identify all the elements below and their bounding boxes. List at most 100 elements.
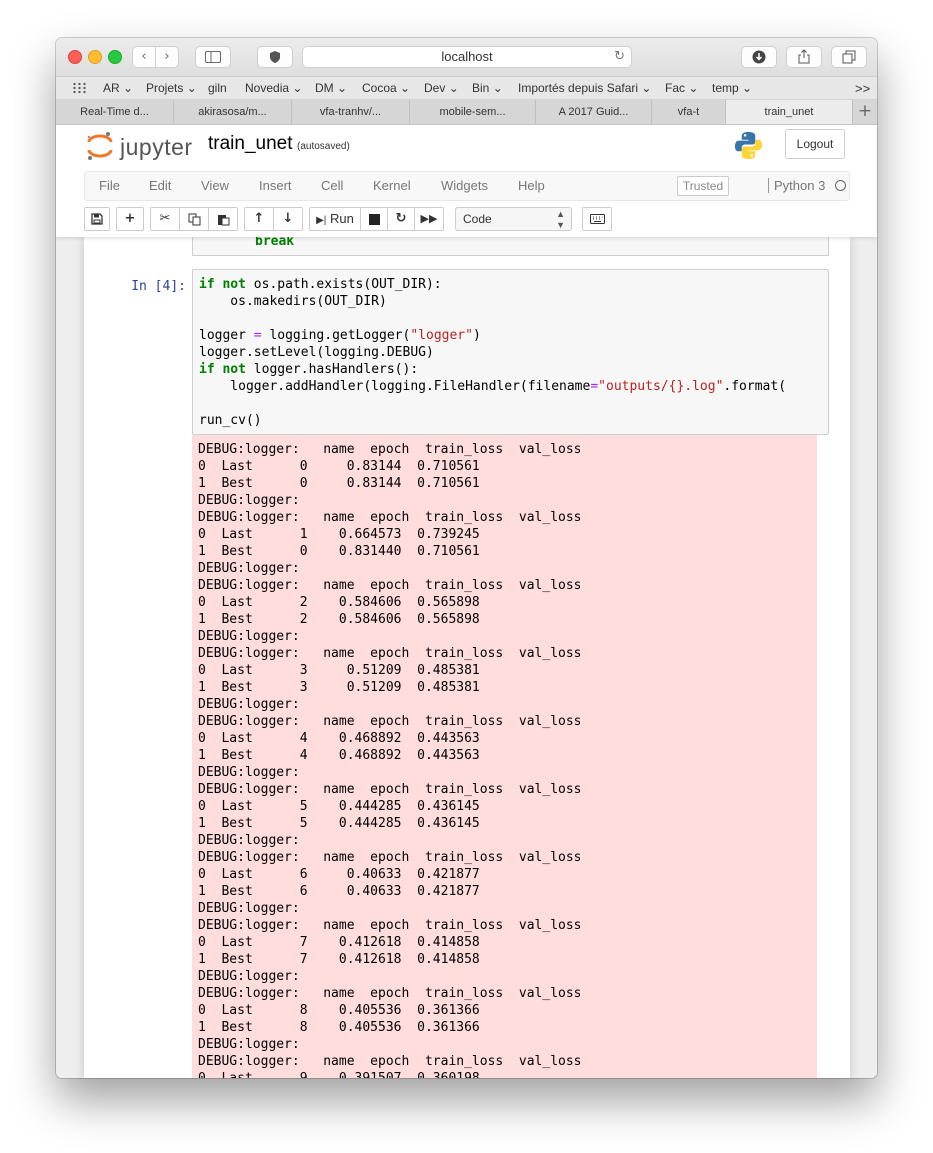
bookmarks-bar: AR ⌄ Projets ⌄ giln Novedia ⌄ DM ⌄ Cocoa…: [56, 77, 877, 100]
output-line: 1 Best 5 0.444285 0.436145: [198, 816, 480, 831]
save-icon: [91, 213, 103, 225]
menu-insert[interactable]: Insert: [259, 178, 292, 193]
downloads-button[interactable]: [741, 46, 777, 68]
menu-file[interactable]: File: [99, 178, 120, 193]
shield-icon: [270, 51, 280, 63]
output-line: 0 Last 4 0.468892 0.443563: [198, 731, 480, 746]
output-line: 0 Last 0 0.83144 0.710561: [198, 459, 480, 474]
code-editor: if not os.path.exists(OUT_DIR): os.maked…: [199, 277, 787, 428]
output-line: DEBUG:logger: name epoch train_loss val_…: [198, 918, 582, 933]
chevron-right-icon: ›: [164, 49, 170, 64]
python-logo-icon: [734, 131, 763, 160]
insert-cell-button[interactable]: +: [116, 207, 144, 231]
privacy-button[interactable]: [257, 46, 293, 68]
new-tab-button[interactable]: +: [853, 100, 877, 124]
menu-edit[interactable]: Edit: [149, 178, 171, 193]
restart-button[interactable]: ↻: [387, 207, 415, 231]
bookmark-dm[interactable]: DM ⌄: [315, 81, 347, 95]
reload-icon[interactable]: ↻: [614, 47, 625, 67]
cell-output-stderr: DEBUG:logger: name epoch train_loss val_…: [192, 435, 817, 1078]
notebook-title[interactable]: train_unet: [208, 133, 293, 155]
cut-button[interactable]: ✂: [150, 207, 180, 231]
bookmark-projets[interactable]: Projets ⌄: [146, 81, 197, 95]
tab-overview-button[interactable]: [831, 46, 867, 68]
zoom-window-button[interactable]: [108, 50, 122, 64]
chevron-down-icon: ⌄: [186, 81, 197, 95]
menu-kernel[interactable]: Kernel: [373, 178, 411, 193]
download-icon: [752, 50, 766, 64]
chevron-down-icon: ⌄: [123, 81, 134, 95]
chevron-down-icon: ⌄: [400, 81, 411, 95]
trusted-badge[interactable]: Trusted: [677, 176, 729, 196]
bookmark-temp[interactable]: temp ⌄: [712, 81, 752, 95]
title-bar: ‹ › localhost ↻: [56, 38, 877, 77]
command-palette-button[interactable]: [582, 207, 612, 231]
plus-icon: +: [124, 211, 136, 226]
output-line: 0 Last 6 0.40633 0.421877: [198, 867, 480, 882]
move-up-button[interactable]: ↑: [244, 207, 274, 231]
forward-button[interactable]: ›: [155, 46, 179, 68]
output-line: 1 Best 0 0.831440 0.710561: [198, 544, 480, 559]
bookmark-novedia[interactable]: Novedia ⌄: [245, 81, 302, 95]
bookmarks-overflow[interactable]: >>: [855, 81, 870, 96]
paste-button[interactable]: [208, 207, 238, 231]
bookmark-ar[interactable]: AR ⌄: [103, 81, 133, 95]
output-line: 1 Best 0 0.83144 0.710561: [198, 476, 480, 491]
cell-type-select[interactable]: Code ▲ ▼: [455, 207, 572, 231]
fast-forward-icon: ▶▶: [420, 212, 438, 225]
copy-icon: [188, 213, 200, 226]
bookmark-bin[interactable]: Bin ⌄: [472, 81, 503, 95]
menu-view[interactable]: View: [201, 178, 229, 193]
chevron-down-icon: ⌄: [688, 81, 699, 95]
tab-vfa-t[interactable]: vfa-t: [652, 100, 726, 124]
tab-2017-guide[interactable]: A 2017 Guid...: [536, 100, 652, 124]
output-line: DEBUG:logger: name epoch train_loss val_…: [198, 986, 582, 1001]
save-button[interactable]: [84, 207, 110, 231]
output-line: DEBUG:logger:: [198, 629, 300, 644]
close-window-button[interactable]: [68, 50, 82, 64]
menu-help[interactable]: Help: [518, 178, 545, 193]
bookmark-dev[interactable]: Dev ⌄: [424, 81, 459, 95]
code-cell-input[interactable]: if not os.path.exists(OUT_DIR): os.maked…: [192, 269, 829, 435]
move-down-button[interactable]: ↓: [273, 207, 303, 231]
chevron-down-icon: ⌄: [742, 81, 753, 95]
output-line: DEBUG:logger:: [198, 561, 300, 576]
logout-button[interactable]: Logout: [785, 129, 845, 159]
arrow-down-icon: ↓: [282, 211, 294, 226]
url-text: localhost: [441, 49, 493, 64]
tab-real-time[interactable]: Real-Time d...: [56, 100, 174, 124]
kernel-name[interactable]: Python 3: [768, 178, 825, 193]
bookmark-imported-safari[interactable]: Importés depuis Safari ⌄: [518, 81, 651, 95]
interrupt-button[interactable]: [360, 207, 388, 231]
restart-run-all-button[interactable]: ▶▶: [414, 207, 444, 231]
tab-mobile-sem[interactable]: mobile-sem...: [410, 100, 536, 124]
bookmark-cocoa[interactable]: Cocoa ⌄: [362, 81, 410, 95]
minimize-window-button[interactable]: [88, 50, 102, 64]
share-button[interactable]: [786, 46, 822, 68]
menu-cell[interactable]: Cell: [321, 178, 343, 193]
tab-akirasosa[interactable]: akirasosa/m...: [174, 100, 292, 124]
tab-train-unet[interactable]: train_unet: [726, 100, 853, 124]
output-line: DEBUG:logger: name epoch train_loss val_…: [198, 442, 582, 457]
arrow-up-icon: ↑: [253, 211, 265, 226]
output-line: 1 Best 4 0.468892 0.443563: [198, 748, 480, 763]
back-button[interactable]: ‹: [132, 46, 156, 68]
chevron-left-icon: ‹: [141, 49, 147, 64]
tab-vfa-tranhv[interactable]: vfa-tranhv/...: [292, 100, 410, 124]
tab-bar: Real-Time d... akirasosa/m... vfa-tranhv…: [56, 100, 877, 125]
grid-icon[interactable]: [72, 82, 87, 94]
output-line: DEBUG:logger:: [198, 1037, 300, 1052]
run-button[interactable]: ▶︎| Run: [309, 207, 361, 231]
jupyter-logo[interactable]: jupyter: [86, 131, 194, 163]
browser-window: ‹ › localhost ↻ AR ⌄ Projets ⌄ giln Nove…: [56, 38, 877, 1078]
bookmark-fac[interactable]: Fac ⌄: [665, 81, 698, 95]
menu-widgets[interactable]: Widgets: [441, 178, 488, 193]
output-line: DEBUG:logger:: [198, 697, 300, 712]
sidebar-button[interactable]: [195, 46, 231, 68]
address-bar[interactable]: localhost ↻: [302, 46, 632, 68]
bookmark-giln[interactable]: giln: [208, 81, 227, 95]
select-arrows-icon: ▲ ▼: [556, 209, 565, 230]
copy-button[interactable]: [179, 207, 209, 231]
output-text: DEBUG:logger: name epoch train_loss val_…: [198, 441, 582, 1078]
chevron-down-icon: ⌄: [292, 81, 303, 95]
